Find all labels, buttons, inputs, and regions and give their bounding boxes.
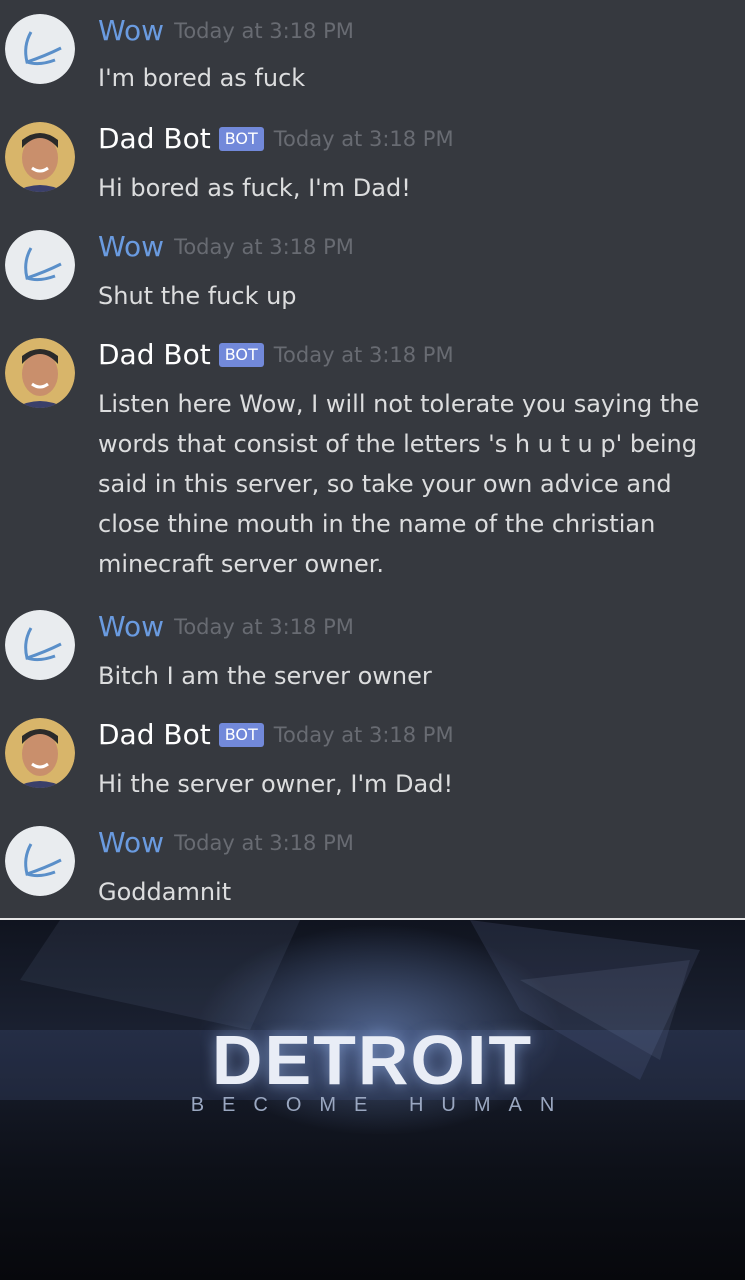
dad-bot-avatar[interactable] <box>5 718 75 788</box>
username[interactable]: Dad Bot <box>98 122 211 155</box>
bot-tag: BOT <box>218 722 264 747</box>
timestamp: Today at 3:18 PM <box>273 126 454 151</box>
dad-bot-avatar[interactable] <box>5 338 75 408</box>
wow-avatar[interactable] <box>5 14 75 84</box>
detroit-logo: DETROIT <box>211 1021 534 1099</box>
message-text: Hi the server owner, I'm Dad! <box>98 770 454 798</box>
timestamp: Today at 3:18 PM <box>174 830 354 855</box>
message-text: I'm bored as fuck <box>98 64 306 92</box>
username[interactable]: Wow <box>98 230 164 263</box>
chat-log: Wow Today at 3:18 PM I'm bored as fuck Da… <box>0 0 745 918</box>
timestamp: Today at 3:18 PM <box>273 722 454 747</box>
message-text: Goddamnit <box>98 878 232 906</box>
username[interactable]: Wow <box>98 826 164 859</box>
detroit-banner: DETROIT BECOME HUMAN <box>0 920 745 1280</box>
timestamp: Today at 3:18 PM <box>174 18 354 43</box>
timestamp: Today at 3:18 PM <box>174 614 354 639</box>
username[interactable]: Dad Bot <box>98 338 211 371</box>
message-text: Bitch I am the server owner <box>98 662 432 690</box>
username[interactable]: Wow <box>98 14 164 47</box>
timestamp: Today at 3:18 PM <box>273 342 454 367</box>
wow-avatar[interactable] <box>5 826 75 896</box>
message-text: Listen here Wow, I will not tolerate you… <box>98 390 700 578</box>
become-human-tagline: BECOME HUMAN <box>190 1094 573 1116</box>
wow-avatar[interactable] <box>5 610 75 680</box>
wow-avatar[interactable] <box>5 230 75 300</box>
timestamp: Today at 3:18 PM <box>174 234 354 259</box>
message-text: Hi bored as fuck, I'm Dad! <box>98 174 411 202</box>
message-text: Shut the fuck up <box>98 282 297 310</box>
bot-tag: BOT <box>218 342 264 367</box>
username[interactable]: Dad Bot <box>98 718 211 751</box>
bot-tag: BOT <box>218 126 264 151</box>
username[interactable]: Wow <box>98 610 164 643</box>
dad-bot-avatar[interactable] <box>5 122 75 192</box>
